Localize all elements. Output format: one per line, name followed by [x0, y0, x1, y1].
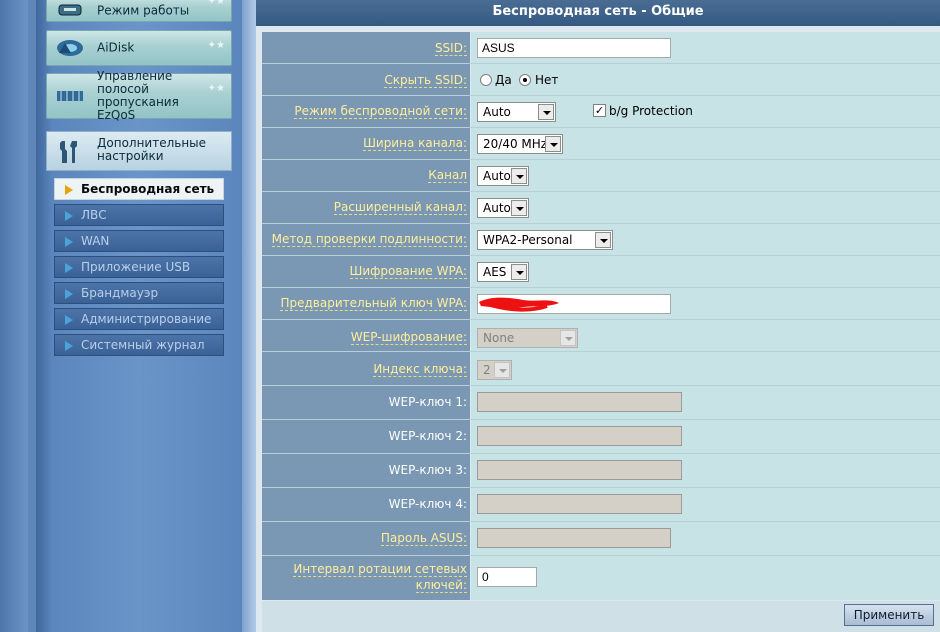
wep-key2-label: WEP-ключ 2:: [388, 429, 467, 443]
advanced-settings-header[interactable]: Дополнительные настройки: [46, 131, 232, 171]
sidebar-item-usb[interactable]: Приложение USB: [54, 256, 224, 278]
auth-method-select[interactable]: WPA2-Personal: [477, 230, 613, 250]
sidebar-item-wireless[interactable]: Беспроводная сеть: [54, 178, 224, 200]
asus-passphrase-label: Пароль ASUS:: [380, 531, 467, 546]
sidebar-item-admin[interactable]: Администрирование: [54, 308, 224, 330]
tools-icon: [57, 139, 81, 165]
row-divider: [262, 385, 940, 386]
arrow-right-icon: [65, 263, 73, 273]
row-divider: [262, 63, 940, 64]
menu-operation-mode[interactable]: Режим работы ✦★: [46, 0, 232, 22]
row-divider: [262, 521, 940, 522]
row-divider: [262, 127, 940, 128]
chevron-down-icon: [545, 136, 561, 152]
chevron-down-icon: [511, 168, 527, 184]
disk-icon: [55, 37, 85, 59]
asus-passphrase-input[interactable]: [477, 528, 671, 548]
hide-ssid-yes-radio[interactable]: [480, 74, 492, 86]
arrow-right-icon: [65, 185, 73, 195]
wpa-encryption-select[interactable]: AES: [477, 262, 529, 282]
hide-ssid-no-radio[interactable]: [519, 74, 531, 86]
chevron-down-icon: [494, 362, 510, 378]
mode-icon: [55, 0, 85, 19]
redaction-scribble: [479, 297, 559, 312]
chevron-down-icon: [538, 104, 554, 120]
row-divider: [262, 555, 940, 556]
channel-label: Канал: [428, 168, 467, 183]
wep-key1-input[interactable]: [477, 392, 682, 412]
menu-aidisk[interactable]: AiDisk ✦★: [46, 30, 232, 66]
left-rail: [0, 0, 28, 632]
wep-key3-input[interactable]: [477, 460, 682, 480]
key-index-label: Индекс ключа:: [373, 362, 467, 377]
ssid-label: SSID:: [434, 41, 467, 56]
row-divider: [262, 223, 940, 224]
wep-encryption-select[interactable]: None: [477, 328, 578, 348]
row-divider: [262, 351, 940, 352]
sidebar-item-wan[interactable]: WAN: [54, 230, 224, 252]
row-divider: [262, 159, 940, 160]
bandwidth-icon: [55, 85, 85, 107]
key-index-select[interactable]: 2: [477, 360, 512, 380]
arrow-right-icon: [65, 289, 73, 299]
bg-protection-checkbox[interactable]: ✓: [593, 104, 606, 117]
row-divider: [262, 453, 940, 454]
wep-key1-label: WEP-ключ 1:: [388, 395, 467, 409]
row-divider: [262, 191, 940, 192]
row-divider: [262, 287, 940, 288]
auth-method-label: Метод проверки подлинности:: [271, 232, 467, 247]
wep-key3-label: WEP-ключ 3:: [388, 463, 467, 477]
chevron-down-icon: [511, 200, 527, 216]
ext-channel-label: Расширенный канал:: [333, 200, 467, 215]
sidebar-divider: [242, 0, 256, 632]
wireless-mode-select[interactable]: Auto: [477, 102, 556, 122]
footer-bar: [262, 601, 940, 632]
row-divider: [262, 319, 940, 320]
wpa-encryption-label: Шифрование WPA:: [349, 264, 467, 279]
key-rotation-input[interactable]: [477, 567, 537, 587]
wep-key4-input[interactable]: [477, 494, 682, 514]
menu-ezqos[interactable]: Управление полосой пропускания EzQoS ✦★: [46, 70, 232, 122]
chevron-down-icon: [560, 330, 576, 346]
page-title: Беспроводная сеть - Общие: [256, 0, 940, 26]
hide-ssid-label: Скрыть SSID:: [384, 73, 467, 88]
sidebar-item-syslog[interactable]: Системный журнал: [54, 334, 224, 356]
wep-key4-label: WEP-ключ 4:: [388, 497, 467, 511]
sparkle-icon: ✦★: [207, 83, 225, 94]
chevron-down-icon: [595, 232, 611, 248]
wep-key2-input[interactable]: [477, 426, 682, 446]
apply-button[interactable]: Применить: [844, 604, 934, 626]
hide-ssid-no-label: Нет: [535, 73, 559, 87]
wep-encryption-label: WEP-шифрование:: [350, 330, 467, 345]
key-rotation-label: Интервал ротации сетевых ключей:: [293, 562, 467, 593]
hide-ssid-yes-label: Да: [495, 73, 512, 87]
ssid-input[interactable]: [477, 38, 671, 58]
ext-channel-select[interactable]: Auto: [477, 198, 529, 218]
channel-width-label: Ширина канала:: [363, 136, 467, 151]
row-divider: [262, 95, 940, 96]
wireless-mode-label: Режим беспроводной сети:: [294, 104, 467, 119]
sparkle-icon: ✦★: [207, 0, 225, 7]
sidebar-item-lan[interactable]: ЛВС: [54, 204, 224, 226]
arrow-right-icon: [65, 211, 73, 221]
chevron-down-icon: [511, 264, 527, 280]
sidebar-item-firewall[interactable]: Брандмауэр: [54, 282, 224, 304]
arrow-right-icon: [65, 315, 73, 325]
bg-protection-label: b/g Protection: [609, 104, 693, 118]
row-divider: [262, 487, 940, 488]
wpa-key-label: Предварительный ключ WPA:: [280, 296, 467, 311]
arrow-right-icon: [65, 237, 73, 247]
arrow-right-icon: [65, 341, 73, 351]
channel-select[interactable]: Auto: [477, 166, 529, 186]
sparkle-icon: ✦★: [207, 40, 225, 51]
row-divider: [262, 255, 940, 256]
row-divider: [262, 419, 940, 420]
channel-width-select[interactable]: 20/40 MHz: [477, 134, 563, 154]
